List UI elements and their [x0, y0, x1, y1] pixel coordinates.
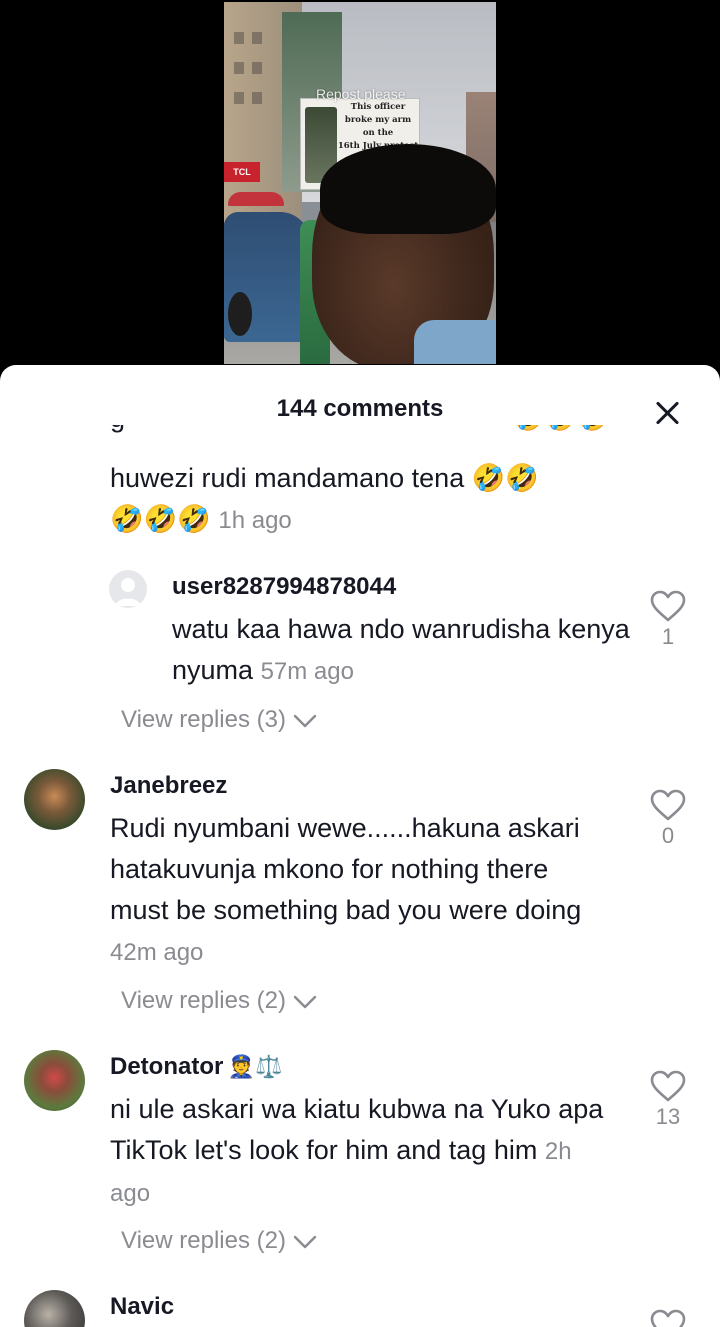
view-replies-button[interactable]: View replies (2) [121, 1227, 317, 1255]
video-person-hair [320, 144, 496, 234]
like-button[interactable]: 13 [638, 1070, 698, 1130]
video-window [234, 62, 244, 74]
comment-username[interactable]: Detonator [110, 1053, 223, 1080]
like-count: 0 [661, 823, 675, 848]
video-umbrella [228, 192, 284, 206]
avatar[interactable] [109, 570, 147, 608]
heart-icon [650, 1309, 686, 1327]
scrolled-text-fragment: g 🤣🤣🤣 [110, 425, 630, 445]
heart-icon [650, 789, 686, 821]
view-replies-button[interactable]: View replies (2) [121, 987, 317, 1015]
avatar[interactable] [24, 1050, 85, 1111]
comment-text: watu kaa hawa ndo wanrudisha kenya nyuma… [172, 614, 630, 685]
chevron-down-icon [293, 714, 316, 727]
comment-username[interactable]: Navic [110, 1293, 174, 1321]
comment-time: 1h ago [218, 507, 292, 534]
video-player[interactable]: TCL This officer broke my arm on the 16t… [224, 2, 496, 364]
video-overlay-text: Repost please [316, 86, 406, 102]
chevron-down-icon [293, 995, 316, 1008]
video-window [252, 62, 262, 74]
comment-username[interactable]: user8287994878044 [172, 573, 396, 601]
video-store-sign: TCL [224, 162, 260, 182]
video-window [234, 32, 244, 44]
avatar[interactable] [24, 1290, 85, 1327]
video-window [252, 32, 262, 44]
heart-icon [650, 1070, 686, 1102]
video-car-wheel [228, 292, 252, 336]
comment-text: Rudi nyumbani wewe......hakuna askari ha… [110, 813, 582, 966]
like-button[interactable]: 0 [638, 789, 698, 849]
comment-time: 42m ago [110, 939, 204, 966]
chevron-down-icon [293, 1235, 316, 1248]
like-button[interactable]: 1 [638, 590, 698, 650]
view-replies-button[interactable]: View replies (3) [121, 706, 317, 734]
default-avatar-icon [115, 578, 141, 606]
comment-text: huwezi rudi mandamano tena 🤣🤣 [110, 463, 539, 493]
comments-sheet: 144 comments g 🤣🤣🤣 huwezi rudi mandamano… [0, 365, 720, 1327]
video-window [234, 92, 244, 104]
video-person-collar [414, 320, 496, 364]
comment-username[interactable]: Janebreez [110, 772, 227, 800]
comment-emoji: 🤣🤣🤣 [110, 504, 211, 535]
user-badge-emoji: 👮⚖️ [227, 1055, 283, 1080]
close-icon[interactable] [650, 396, 686, 432]
comment-time: 57m ago [260, 658, 354, 685]
like-count: 13 [655, 1104, 681, 1129]
comments-count: 144 comments [276, 395, 444, 422]
comment-continuation: huwezi rudi mandamano tena 🤣🤣 🤣🤣🤣 1h ago [110, 458, 630, 541]
avatar[interactable] [24, 769, 85, 830]
comment-text: ni ule askari wa kiatu kubwa na Yuko apa… [110, 1094, 604, 1207]
like-button[interactable] [638, 1309, 698, 1327]
video-window [252, 92, 262, 104]
heart-icon [650, 590, 686, 622]
like-count: 1 [661, 624, 675, 649]
